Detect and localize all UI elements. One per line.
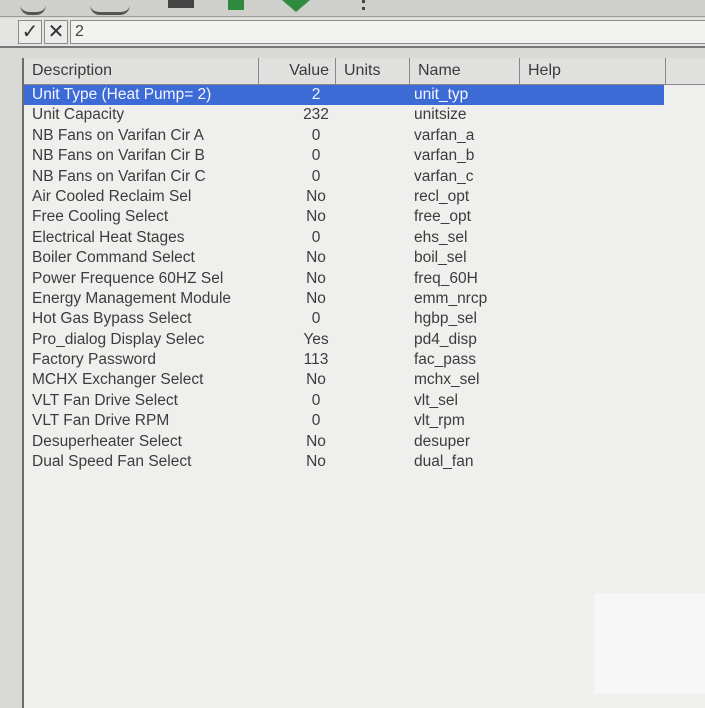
column-header-units[interactable]: Units <box>336 58 410 84</box>
name-cell: fac_pass <box>414 351 477 369</box>
column-header-value[interactable]: Value <box>259 58 336 84</box>
table-row[interactable]: Energy Management Module No emm_nrcp <box>24 289 664 309</box>
edit-bar: ✓ ✕ 2 <box>0 18 705 46</box>
value-cell: 0 <box>311 147 321 165</box>
description-cell: Pro_dialog Display Selec <box>32 330 205 348</box>
table-header: Description Value Units Name Help <box>24 58 705 85</box>
name-cell: varfan_b <box>414 147 475 165</box>
table-row[interactable]: Dual Speed Fan Select No dual_fan <box>24 452 664 472</box>
value-cell: Yes <box>303 330 329 348</box>
description-cell: Dual Speed Fan Select <box>32 453 192 471</box>
name-cell: unitsize <box>414 106 467 124</box>
name-cell: hgbp_sel <box>414 310 477 328</box>
column-header-name[interactable]: Name <box>410 58 520 84</box>
name-cell: free_opt <box>414 208 471 226</box>
divider <box>0 46 705 48</box>
table-row[interactable]: NB Fans on Varifan Cir C 0 varfan_c <box>24 167 664 187</box>
table-row[interactable]: Power Frequence 60HZ Sel No freq_60H <box>24 269 664 289</box>
description-cell: Hot Gas Bypass Select <box>32 310 192 328</box>
table-row[interactable]: Pro_dialog Display Selec Yes pd4_disp <box>24 330 664 350</box>
save-icon[interactable] <box>168 0 194 8</box>
undo-icon[interactable] <box>20 0 46 15</box>
toolbar <box>0 0 705 17</box>
table-row[interactable]: VLT Fan Drive Select 0 vlt_sel <box>24 391 664 411</box>
name-cell: pd4_disp <box>414 330 477 348</box>
name-cell: desuper <box>414 432 471 450</box>
value-cell: No <box>306 208 326 226</box>
table-row[interactable]: NB Fans on Varifan Cir B 0 varfan_b <box>24 146 664 166</box>
value-edit-field[interactable]: 2 <box>70 20 705 44</box>
name-cell: freq_60H <box>414 269 478 287</box>
table-body: Unit Type (Heat Pump= 2) 2 unit_typ Unit Ca… <box>24 85 664 472</box>
description-cell: Air Cooled Reclaim Sel <box>32 187 192 205</box>
description-cell: VLT Fan Drive RPM <box>32 412 170 430</box>
cancel-button[interactable]: ✕ <box>44 20 68 44</box>
value-cell: 0 <box>311 412 321 430</box>
name-cell: emm_nrcp <box>414 289 488 307</box>
value-cell: 2 <box>311 86 321 103</box>
name-cell: unit_typ <box>414 86 469 103</box>
screen-glare <box>594 593 705 694</box>
name-cell: boil_sel <box>414 249 467 267</box>
table-row[interactable]: Free Cooling Select No free_opt <box>24 207 664 227</box>
download-arrow-icon[interactable] <box>282 0 310 12</box>
name-cell: vlt_rpm <box>414 412 465 430</box>
description-cell: Energy Management Module <box>32 289 232 307</box>
description-cell: Free Cooling Select <box>32 208 169 226</box>
value-cell: No <box>306 249 326 267</box>
value-cell: 0 <box>311 126 321 144</box>
description-cell: Desuperheater Select <box>32 432 182 450</box>
description-cell: Power Frequence 60HZ Sel <box>32 269 224 287</box>
table-row[interactable]: Desuperheater Select No desuper <box>24 432 664 452</box>
table-row[interactable]: Electrical Heat Stages 0 ehs_sel <box>24 228 664 248</box>
column-header-help[interactable]: Help <box>520 58 666 84</box>
value-cell: 113 <box>303 351 329 369</box>
value-cell: 0 <box>311 228 321 246</box>
table-row[interactable]: Hot Gas Bypass Select 0 hgbp_sel <box>24 309 664 329</box>
redo-icon[interactable] <box>90 0 130 15</box>
value-cell: No <box>306 432 326 450</box>
value-cell: 0 <box>311 391 321 409</box>
description-cell: Unit Type (Heat Pump= 2) <box>32 86 212 103</box>
description-cell: VLT Fan Drive Select <box>32 391 178 409</box>
name-cell: varfan_a <box>414 126 475 144</box>
table-row[interactable]: Factory Password 113 fac_pass <box>24 350 664 370</box>
accept-button[interactable]: ✓ <box>18 20 42 44</box>
column-header-description[interactable]: Description <box>24 58 259 84</box>
value-cell: 232 <box>303 106 329 124</box>
name-cell: dual_fan <box>414 453 474 471</box>
value-cell: No <box>306 371 326 389</box>
table-row[interactable]: Air Cooled Reclaim Sel No recl_opt <box>24 187 664 207</box>
name-cell: mchx_sel <box>414 371 480 389</box>
name-cell: vlt_sel <box>414 391 458 409</box>
name-cell: ehs_sel <box>414 228 468 246</box>
table-row[interactable]: Unit Capacity 232 unitsize <box>24 105 664 125</box>
description-cell: Electrical Heat Stages <box>32 228 185 246</box>
upload-icon[interactable] <box>228 0 244 10</box>
value-cell: 0 <box>311 310 321 328</box>
description-cell: NB Fans on Varifan Cir A <box>32 126 205 144</box>
table-row[interactable]: MCHX Exchanger Select No mchx_sel <box>24 370 664 390</box>
table-row[interactable]: Boiler Command Select No boil_sel <box>24 248 664 268</box>
value-cell: No <box>306 289 326 307</box>
description-cell: Boiler Command Select <box>32 249 195 267</box>
table-row[interactable]: NB Fans on Varifan Cir A 0 varfan_a <box>24 126 664 146</box>
name-cell: recl_opt <box>414 187 470 205</box>
more-options-icon[interactable] <box>362 0 371 10</box>
description-cell: Unit Capacity <box>32 106 125 124</box>
value-cell: No <box>306 187 326 205</box>
description-cell: Factory Password <box>32 351 157 369</box>
name-cell: varfan_c <box>414 167 474 185</box>
description-cell: NB Fans on Varifan Cir C <box>32 167 206 185</box>
description-cell: NB Fans on Varifan Cir B <box>32 147 205 165</box>
description-cell: MCHX Exchanger Select <box>32 371 204 389</box>
value-cell: No <box>306 453 326 471</box>
table-row[interactable]: VLT Fan Drive RPM 0 vlt_rpm <box>24 411 664 431</box>
table-row[interactable]: Unit Type (Heat Pump= 2) 2 unit_typ <box>24 85 664 106</box>
value-cell: No <box>306 269 326 287</box>
value-cell: 0 <box>311 167 321 185</box>
